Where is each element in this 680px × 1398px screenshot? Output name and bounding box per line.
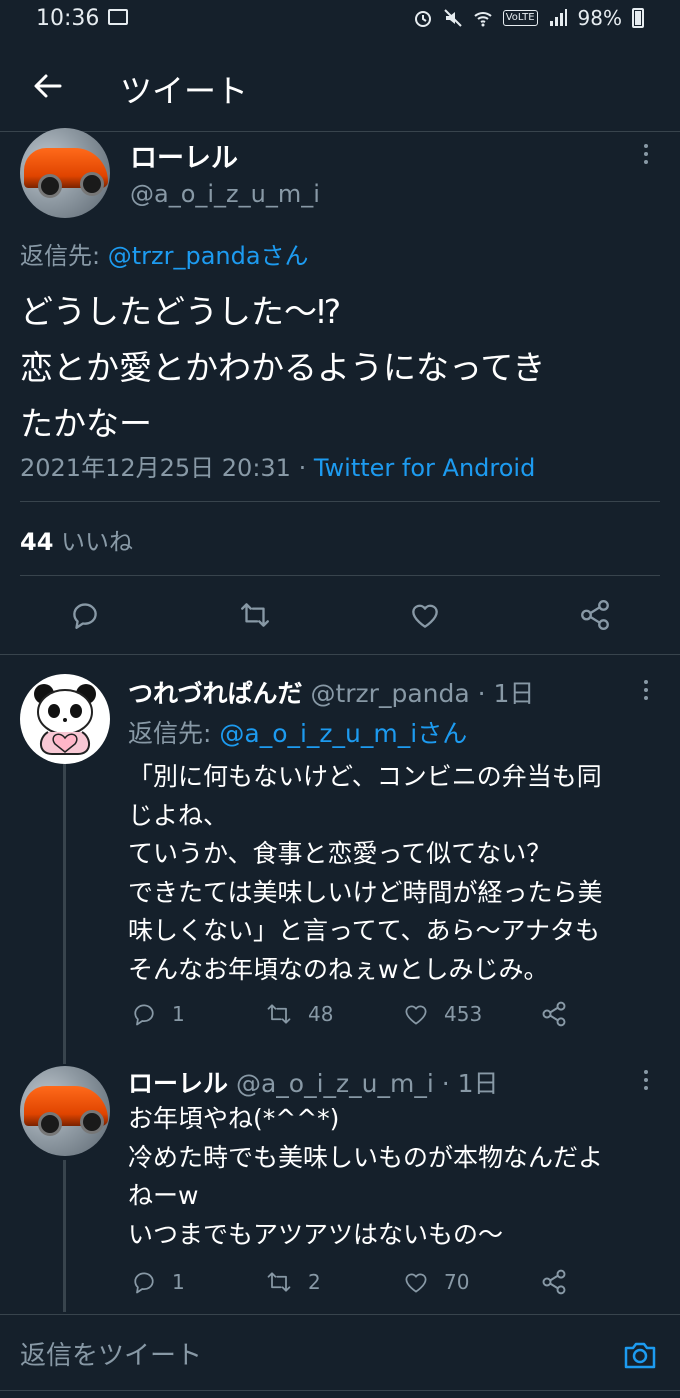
page-title: ツイート	[120, 72, 249, 110]
status-icons: VoLTE 98%	[413, 6, 644, 30]
retweet-icon[interactable]	[238, 598, 272, 632]
author-handle[interactable]: @a_o_i_z_u_m_i	[236, 1069, 434, 1098]
author-name[interactable]: ローレル	[130, 136, 238, 175]
reply-header: つれづれぱんだ @trzr_panda · 1日	[128, 674, 534, 710]
more-options-icon[interactable]	[642, 680, 650, 700]
avatar[interactable]	[20, 1066, 110, 1156]
reply-text-line: 冷めた時でも美味しいものが本物なんだよ	[128, 1142, 604, 1172]
reply-header: ローレル @a_o_i_z_u_m_i · 1日	[128, 1064, 499, 1100]
wifi-icon	[474, 12, 492, 27]
battery-icon	[632, 8, 644, 28]
like-count: 453	[444, 1002, 483, 1026]
divider	[0, 654, 680, 655]
back-arrow-icon[interactable]	[28, 66, 68, 106]
likes-count: 44	[20, 528, 54, 556]
tweet-source[interactable]: Twitter for Android	[314, 454, 535, 482]
avatar[interactable]	[20, 674, 110, 764]
reply-text-line: ていうか、食事と恋愛って似てない？	[128, 839, 552, 868]
reply-text-line: いつまでもアツアツはないもの～	[128, 1219, 504, 1249]
divider	[0, 1390, 680, 1391]
reply-time: · 1日	[433, 1069, 499, 1098]
battery-percent: 98%	[577, 6, 622, 30]
divider	[20, 575, 660, 576]
tweet-text-line: 恋とか愛とかわかるようになってき	[20, 348, 546, 387]
share-icon[interactable]	[540, 1268, 568, 1296]
share-icon[interactable]	[540, 1000, 568, 1028]
thread-connector	[63, 764, 66, 1064]
reply-action[interactable]: 1	[130, 1268, 185, 1296]
reply-text-line: できたては美味しいけど時間が経ったら美	[128, 877, 603, 907]
reply-text: お年頃やね(*^^*) 冷めた時でも美味しいものが本物なんだよ ねーw いつまで…	[128, 1100, 603, 1254]
tweet-timestamp: 2021年12月25日 20:31	[20, 454, 291, 482]
tweet-text-line: どうしたどうした～⁉	[20, 292, 342, 331]
author-name[interactable]: ローレル	[128, 1069, 228, 1098]
reply-to-line: 返信先: @a_o_i_z_u_m_iさん	[128, 714, 467, 750]
likes-summary[interactable]: 44 いいね	[20, 522, 133, 557]
like-action[interactable]: 453	[402, 1000, 482, 1028]
divider	[20, 501, 660, 502]
reply-to-label: 返信先:	[128, 719, 220, 748]
tweet-meta: 2021年12月25日 20:31 · Twitter for Android	[20, 448, 535, 483]
tweet-text: どうしたどうした～⁉ 恋とか愛とかわかるようになってき たかなー	[20, 284, 665, 452]
mute-icon	[444, 9, 462, 27]
retweet-icon	[267, 1272, 291, 1292]
reply-to-line: 返信先: @trzr_pandaさん	[20, 236, 309, 271]
reply-to-user[interactable]: @a_o_i_z_u_m_iさん	[219, 719, 467, 748]
retweet-count: 2	[308, 1270, 321, 1294]
author-handle[interactable]: @a_o_i_z_u_m_i	[130, 180, 320, 208]
reply-input[interactable]	[20, 1333, 580, 1379]
thread-connector	[63, 1160, 66, 1312]
avatar[interactable]	[20, 128, 110, 218]
volte-badge: VoLTE	[502, 10, 538, 26]
retweet-action[interactable]: 2	[264, 1268, 321, 1296]
retweet-icon	[267, 1004, 291, 1024]
reply-icon	[134, 1004, 154, 1026]
reply-text-line: そんなお年頃なのねぇwとしみじみ。	[128, 954, 549, 984]
more-options-icon[interactable]	[642, 1070, 650, 1090]
reply-text-line: じよね、	[128, 800, 229, 830]
more-options-icon[interactable]	[642, 144, 650, 164]
reply-action[interactable]: 1	[130, 1000, 185, 1028]
app-bar: ツイート	[0, 40, 680, 132]
reply-to-user[interactable]: @trzr_pandaさん	[108, 242, 309, 270]
tweet-text-line: たかなー	[20, 404, 152, 443]
like-icon[interactable]	[408, 598, 442, 632]
likes-label: いいね	[61, 528, 134, 556]
like-icon	[405, 1273, 427, 1293]
reply-to-label: 返信先:	[20, 242, 108, 270]
meta-separator: ·	[290, 454, 314, 482]
retweet-action[interactable]: 48	[264, 1000, 333, 1028]
like-icon	[405, 1005, 427, 1025]
signal-icon	[549, 9, 567, 26]
author-name[interactable]: つれづれぱんだ	[128, 679, 303, 708]
alarm-icon	[414, 11, 431, 27]
author-handle[interactable]: @trzr_panda	[310, 679, 469, 708]
status-bar: 10:36 VoLTE 98%	[0, 0, 680, 40]
reply-text-line: 味しくない」と言ってて、あら～アナタも	[128, 916, 601, 945]
like-count: 70	[444, 1270, 470, 1294]
status-time: 10:36	[36, 6, 100, 31]
like-action[interactable]: 70	[402, 1268, 469, 1296]
reply-count: 1	[172, 1270, 185, 1294]
share-icon[interactable]	[578, 598, 612, 632]
reply-icon	[134, 1272, 154, 1294]
reply-icon[interactable]	[68, 598, 102, 632]
reply-text-line: お年頃やね(*^^*)	[128, 1104, 340, 1133]
compose-bar	[0, 1315, 680, 1398]
reply-text: 「別に何もないけど、コンビニの弁当も同 じよね、 ていうか、食事と恋愛って似てな…	[128, 758, 603, 989]
reply-text-line: ねーw	[128, 1181, 199, 1210]
reply-time: · 1日	[469, 679, 535, 708]
cast-icon	[108, 9, 128, 25]
retweet-count: 48	[308, 1002, 334, 1026]
reply-text-line: 「別に何もないけど、コンビニの弁当も同	[128, 762, 602, 791]
reply-count: 1	[172, 1002, 185, 1026]
camera-icon[interactable]	[622, 1337, 658, 1373]
